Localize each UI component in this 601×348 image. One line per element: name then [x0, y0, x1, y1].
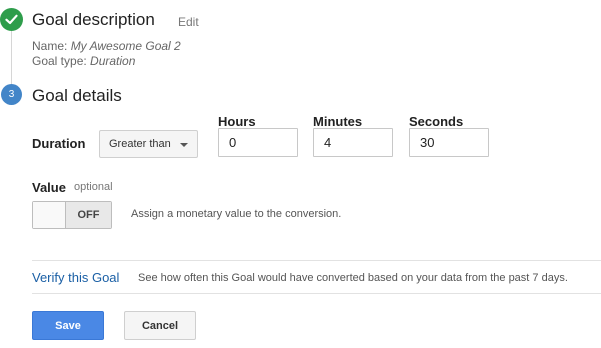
value-optional-label: optional: [74, 181, 113, 193]
goal-name-value: My Awesome Goal 2: [70, 39, 181, 53]
goal-type-value: Duration: [90, 54, 136, 68]
goal-type-line: Goal type: Duration: [32, 54, 135, 68]
hours-input[interactable]: [218, 128, 298, 157]
value-label: Value: [32, 180, 66, 195]
divider-bottom: [32, 293, 601, 294]
goal-description-title: Goal description: [32, 10, 155, 29]
minutes-label: Minutes: [313, 114, 363, 129]
edit-goal-description-link[interactable]: Edit: [178, 15, 199, 29]
duration-comparison-dropdown[interactable]: Greater than: [99, 130, 198, 158]
save-button[interactable]: Save: [32, 311, 104, 340]
goal-name-label: Name:: [32, 39, 68, 53]
value-toggle[interactable]: OFF: [32, 201, 112, 229]
duration-comparison-value: Greater than: [109, 138, 171, 150]
duration-label: Duration: [32, 136, 86, 151]
step-connector-line: [11, 28, 12, 85]
goal-name-line: Name: My Awesome Goal 2: [32, 39, 181, 53]
goal-details-title: Goal details: [32, 86, 122, 105]
seconds-label: Seconds: [409, 114, 464, 129]
toggle-knob: [33, 202, 66, 228]
toggle-state-label: OFF: [66, 202, 111, 228]
step-complete-check-icon: [0, 8, 23, 31]
minutes-input[interactable]: [313, 128, 393, 157]
cancel-button[interactable]: Cancel: [124, 311, 196, 340]
seconds-input[interactable]: [409, 128, 489, 157]
verify-goal-link[interactable]: Verify this Goal: [32, 270, 119, 285]
caret-down-icon: [180, 143, 188, 147]
value-hint-text: Assign a monetary value to the conversio…: [131, 208, 342, 220]
divider-top: [32, 260, 601, 261]
hours-label: Hours: [218, 114, 256, 129]
step-number-badge: 3: [1, 84, 22, 105]
verify-description: See how often this Goal would have conve…: [138, 272, 568, 284]
goal-type-label: Goal type:: [32, 54, 87, 68]
